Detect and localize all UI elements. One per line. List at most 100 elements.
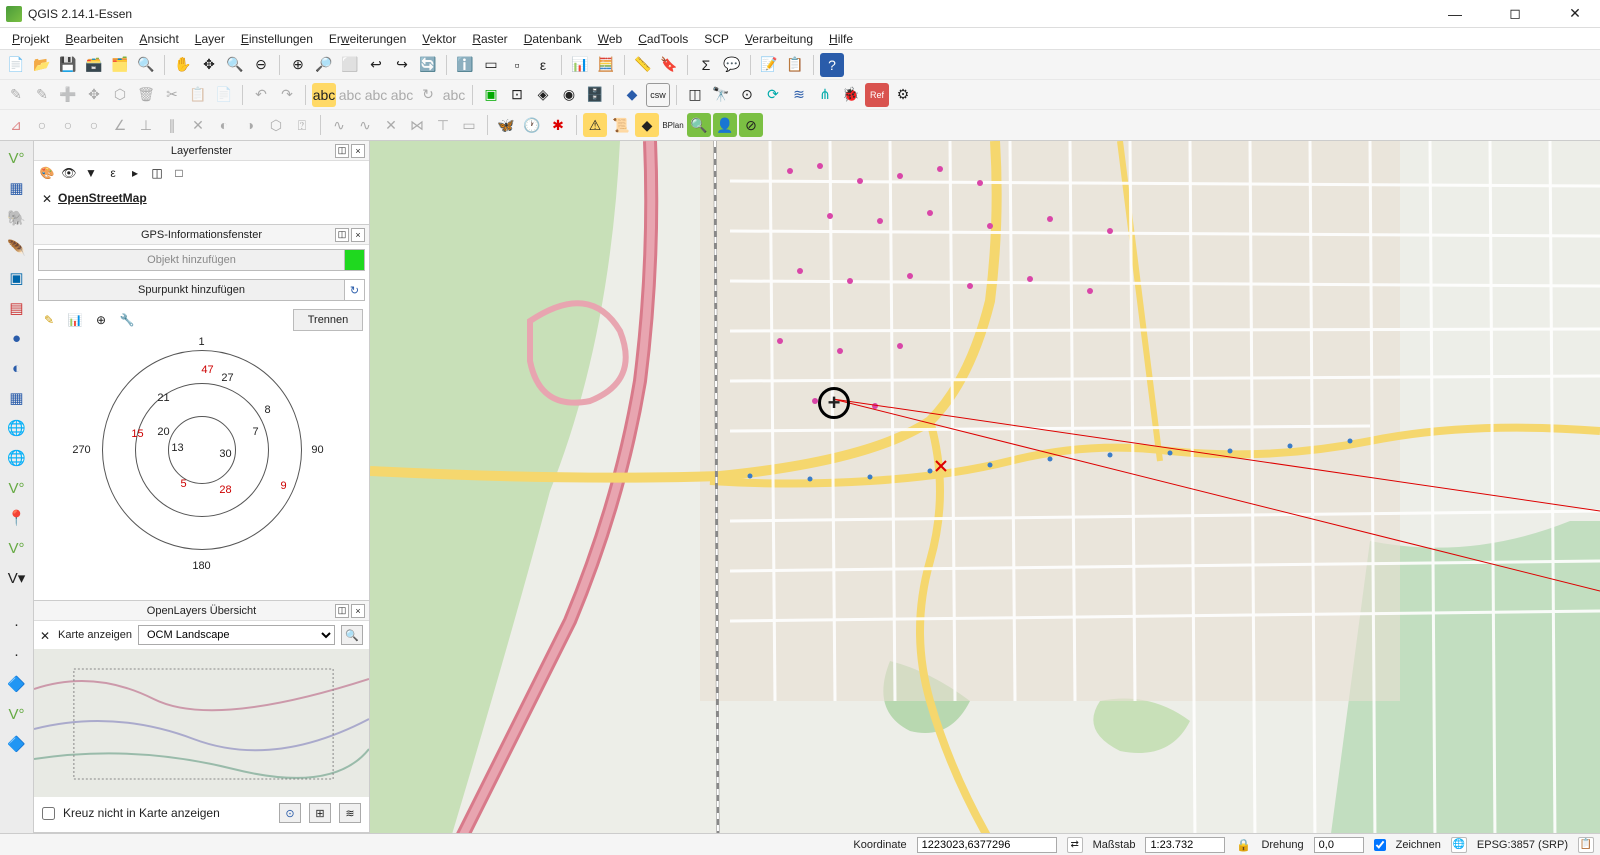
gps-disconnect-button[interactable]: Trennen: [293, 309, 363, 331]
add-wfs-icon[interactable]: ▦: [4, 385, 30, 411]
georef-icon[interactable]: ◫: [683, 83, 707, 107]
redo-icon[interactable]: ↷: [275, 83, 299, 107]
add-gpx-icon[interactable]: 🌐: [4, 445, 30, 471]
field-calc-icon[interactable]: 🧮: [594, 53, 618, 77]
red-star-icon[interactable]: ✱: [546, 113, 570, 137]
zoom-in-icon[interactable]: 🔍: [223, 53, 247, 77]
dim-2-icon[interactable]: ·: [4, 641, 30, 667]
label-icon[interactable]: abc: [312, 83, 336, 107]
zoom-next-icon[interactable]: ↪: [390, 53, 414, 77]
menu-web[interactable]: Web: [590, 30, 630, 48]
cad-5-icon[interactable]: ∠: [108, 113, 132, 137]
ladybug-icon[interactable]: 🐞: [839, 83, 863, 107]
overview-btn3[interactable]: ≋: [339, 803, 361, 823]
overview-layer-select[interactable]: OCM Landscape: [138, 625, 335, 645]
delete-icon[interactable]: 🗑: [134, 83, 158, 107]
cad-3-icon[interactable]: ○: [56, 113, 80, 137]
layer-collapse-icon[interactable]: ◫: [148, 164, 166, 182]
gps-polar-icon[interactable]: ⊕: [92, 311, 110, 329]
label-rotate-icon[interactable]: ↻: [416, 83, 440, 107]
spline-2-icon[interactable]: ∿: [353, 113, 377, 137]
new-project-icon[interactable]: 📄: [4, 53, 28, 77]
processing-icon[interactable]: ⚙: [891, 83, 915, 107]
spline-1-icon[interactable]: ∿: [327, 113, 351, 137]
zoom-layer-icon[interactable]: 🔎: [312, 53, 336, 77]
new-shapefile-icon[interactable]: 📍: [4, 505, 30, 531]
gps-add-trackpoint-button[interactable]: Spurpunkt hinzufügen: [38, 279, 345, 301]
layer-item-osm[interactable]: ✕ OpenStreetMap: [40, 189, 363, 207]
layer-style-icon[interactable]: 🎨: [38, 164, 56, 182]
close-button[interactable]: ✕: [1556, 2, 1594, 26]
undo-icon[interactable]: ↶: [249, 83, 273, 107]
coord-toggle-icon[interactable]: ⇄: [1067, 837, 1083, 853]
menu-vektor[interactable]: Vektor: [414, 30, 464, 48]
plugin-db-icon[interactable]: 🗄️: [583, 83, 607, 107]
gps-settings-icon[interactable]: 🔧: [118, 311, 136, 329]
blue-tool-icon[interactable]: 🔷: [4, 671, 30, 697]
gps-bars-icon[interactable]: 📊: [66, 311, 84, 329]
new-spatialite-icon[interactable]: V▾: [4, 565, 30, 591]
reload-icon[interactable]: ⟳: [761, 83, 785, 107]
python-icon[interactable]: ≋: [787, 83, 811, 107]
green-zoom-icon[interactable]: 🔍: [687, 113, 711, 137]
minimize-button[interactable]: —: [1436, 2, 1474, 26]
green-tool-icon[interactable]: V°: [4, 701, 30, 727]
ref-icon[interactable]: Ref: [865, 83, 889, 107]
menu-einstellungen[interactable]: Einstellungen: [233, 30, 321, 48]
hazard-icon[interactable]: ⚠: [583, 113, 607, 137]
map-tips-icon[interactable]: 💬: [720, 53, 744, 77]
stats-icon[interactable]: Σ: [694, 53, 718, 77]
save-project-icon[interactable]: 💾: [56, 53, 80, 77]
add-wcs-icon[interactable]: ◐: [4, 355, 30, 381]
copy-icon[interactable]: 📋: [186, 83, 210, 107]
scale-lock-icon[interactable]: 🔒: [1235, 837, 1251, 853]
menu-ansicht[interactable]: Ansicht: [131, 30, 186, 48]
cad-11-icon[interactable]: ⬡: [264, 113, 288, 137]
gps-color-indicator[interactable]: [345, 249, 365, 271]
move-feature-icon[interactable]: ✥: [82, 83, 106, 107]
cad-12-icon[interactable]: ⍰: [290, 113, 314, 137]
add-virtual-icon[interactable]: V°: [4, 475, 30, 501]
menu-datenbank[interactable]: Datenbank: [516, 30, 590, 48]
overview-hide-cross-checkbox[interactable]: [42, 807, 55, 820]
add-wms-icon[interactable]: ●: [4, 325, 30, 351]
overview-btn1[interactable]: ⊙: [279, 803, 301, 823]
add-postgis-icon[interactable]: 🐘: [4, 205, 30, 231]
save-edits-icon[interactable]: ✎: [30, 83, 54, 107]
overview-show-checkbox[interactable]: ✕: [40, 629, 52, 641]
edit-toggle-icon[interactable]: ✎: [4, 83, 28, 107]
panel-layers-close-icon[interactable]: ×: [351, 144, 365, 158]
add-feature-icon[interactable]: ➕: [56, 83, 80, 107]
green-person-icon[interactable]: 👤: [713, 113, 737, 137]
new-memory-icon[interactable]: V°: [4, 535, 30, 561]
save-as-icon[interactable]: 🗃️: [82, 53, 106, 77]
panel-gps-undock-icon[interactable]: ◫: [335, 228, 349, 242]
text-annotation-icon[interactable]: 📝: [757, 53, 781, 77]
gps-refresh-button[interactable]: ↻: [345, 279, 365, 301]
label-move-icon[interactable]: abc: [390, 83, 414, 107]
help-icon[interactable]: ?: [820, 53, 844, 77]
bplan-icon[interactable]: BPlan: [661, 113, 685, 137]
green-no-icon[interactable]: ⊘: [739, 113, 763, 137]
menu-raster[interactable]: Raster: [464, 30, 515, 48]
dim-1-icon[interactable]: ·: [4, 611, 30, 637]
panel-layers-undock-icon[interactable]: ◫: [335, 144, 349, 158]
zoom-out-icon[interactable]: ⊖: [249, 53, 273, 77]
scale-input[interactable]: [1145, 837, 1225, 853]
label-pin-icon[interactable]: abc: [338, 83, 362, 107]
cad-1-icon[interactable]: ⊿: [4, 113, 28, 137]
cad-8-icon[interactable]: ✕: [186, 113, 210, 137]
script-icon[interactable]: 📜: [609, 113, 633, 137]
maximize-button[interactable]: ◻: [1496, 2, 1534, 26]
plugin-1-icon[interactable]: ⊡: [505, 83, 529, 107]
layer-filter-icon[interactable]: ▼: [82, 164, 100, 182]
panel-gps-close-icon[interactable]: ×: [351, 228, 365, 242]
add-oracle-icon[interactable]: ▤: [4, 295, 30, 321]
add-csv-icon[interactable]: 🌐: [4, 415, 30, 441]
open-table-icon[interactable]: 📊: [568, 53, 592, 77]
add-vector-icon[interactable]: V°: [4, 145, 30, 171]
cad-6-icon[interactable]: ⊥: [134, 113, 158, 137]
layer-remove-icon[interactable]: □: [170, 164, 188, 182]
paste-icon[interactable]: 📄: [212, 83, 236, 107]
deselect-icon[interactable]: ▫: [505, 53, 529, 77]
